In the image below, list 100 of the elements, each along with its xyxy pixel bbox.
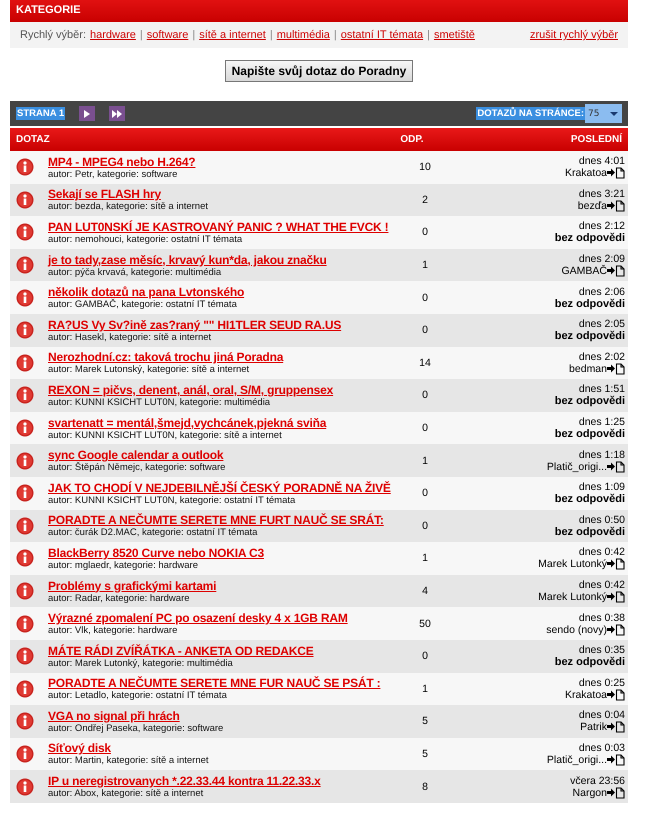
last-post-time: dnes 4:01 — [578, 155, 625, 168]
info-icon — [16, 190, 34, 209]
question-link[interactable]: Nerozhodní.cz: taková trochu jiná Poradna — [48, 350, 284, 364]
last-poster-link[interactable]: Krakatoa — [564, 688, 607, 701]
question-link[interactable]: IP u neregistrovanych *.22.33.44 kontra 11.22.33.x — [48, 774, 321, 788]
question-meta: autor: nemohouci, kategorie: ostatní IT témata — [48, 234, 242, 245]
question-link[interactable]: svartenatt = mentál,šmejd,vychcánek,pjekná sviňa — [48, 416, 326, 430]
last-page-button[interactable] — [109, 106, 126, 121]
question-link[interactable]: JAK TO CHODÍ V NEJDEBILNĚJŠÍ ČESKÝ PORADNĚ NA ŽIVĚ — [48, 480, 391, 495]
question-meta: autor: pýča krvavá, kategorie: multimédia — [48, 266, 222, 278]
arrow-document-icon — [607, 265, 625, 278]
category-link[interactable]: smetiště — [434, 29, 475, 41]
question-link[interactable]: RA?US Vy Sv?ině zas?raný "" HI1TLER SEUD RA.US — [48, 318, 342, 332]
last-poster-link[interactable]: Krakatoa — [564, 167, 607, 180]
cancel-link[interactable]: zrušit rychlý výběr — [530, 29, 618, 41]
last-poster-link[interactable]: Nargon — [572, 786, 607, 799]
reply-count: 1 — [421, 454, 429, 467]
reply-count: 50 — [418, 618, 432, 630]
arrow-document-icon — [607, 786, 625, 799]
separator: | — [270, 29, 273, 41]
no-replies-label: bez odpovědi — [554, 298, 625, 310]
reply-count: 0 — [421, 650, 429, 662]
question-link[interactable]: Problémy s grafickými kartami — [48, 578, 216, 593]
last-post-time: dnes 1:25 — [578, 416, 625, 428]
reply-count: 5 — [421, 715, 429, 728]
info-icon — [16, 778, 34, 796]
question-meta: autor: KUNNI KSICHT LUT0N, kategorie: sítě a internet — [48, 430, 282, 441]
reply-count: 0 — [421, 389, 429, 402]
next-page-button[interactable] — [79, 106, 96, 121]
last-post-time: dnes 0:42 — [578, 579, 625, 592]
last-poster-link[interactable]: sendo (novy) — [546, 624, 607, 636]
last-poster-link[interactable]: Patrik — [580, 721, 607, 734]
question-meta: autor: mglaedr, kategorie: hardware — [48, 560, 198, 571]
question-meta: autor: Marek Lutonský, kategorie: sítě a internet — [48, 364, 250, 376]
info-icon — [16, 452, 34, 470]
question-link[interactable]: Sekají se FLASH hry — [48, 187, 161, 202]
question-link[interactable]: REXON = pičvs, denent, anál, oral, S/M, gruppensex — [48, 382, 334, 397]
info-icon — [16, 158, 34, 176]
info-icon — [16, 321, 34, 340]
question-meta: autor: Ondřej Paseka, kategorie: software — [48, 722, 224, 734]
info-icon — [16, 647, 34, 666]
last-post-time: dnes 2:06 — [578, 286, 625, 298]
question-meta: autor: Letadlo, kategorie: ostatní IT témata — [48, 690, 227, 702]
arrow-document-icon — [607, 754, 625, 766]
reply-count: 0 — [421, 487, 429, 500]
reply-count: 0 — [421, 520, 429, 532]
reply-count: 0 — [421, 226, 429, 238]
last-poster-link[interactable]: bedman — [569, 362, 607, 375]
category-link[interactable]: software — [146, 29, 188, 41]
last-poster-link[interactable]: bezďa — [578, 200, 607, 212]
per-page-dropdown[interactable]: 75 — [585, 104, 622, 123]
question-meta: autor: Štěpán Němejc, kategorie: software — [48, 462, 226, 474]
last-post-time: dnes 2:09 — [578, 253, 625, 266]
category-link[interactable]: sítě a internet — [199, 29, 266, 41]
info-icon — [16, 484, 34, 502]
question-link[interactable]: PORADTE A NEČUMTE SERETE MNE FURT NAUČ SE SRÁT: — [48, 513, 384, 528]
question-link[interactable]: VGA no signal při hrách — [48, 708, 180, 723]
fast-forward-icon — [111, 108, 124, 120]
last-poster-link[interactable]: Marek Lutonký — [538, 558, 607, 570]
column-header: POSLEDNÍ — [570, 134, 622, 145]
arrow-document-icon — [607, 167, 625, 180]
arrow-document-icon — [607, 591, 625, 604]
arrow-document-icon — [607, 362, 625, 375]
info-icon — [16, 614, 34, 633]
no-replies-label: bez odpovědi — [554, 656, 625, 668]
question-link[interactable]: sync Google calendar a outlook — [48, 448, 224, 462]
category-link[interactable]: ostatní IT témata — [340, 29, 424, 41]
question-meta: autor: KUNNI KSICHT LUT0N, kategorie: multimédia — [48, 396, 270, 408]
question-meta: autor: GAMBAČ, kategorie: ostatní IT témata — [48, 299, 237, 310]
info-icon — [16, 516, 34, 535]
category-link[interactable]: multimédia — [276, 29, 330, 41]
question-link[interactable]: Síťový disk — [48, 741, 111, 756]
reply-count: 10 — [418, 161, 432, 174]
no-replies-label: bez odpovědi — [554, 493, 625, 506]
reply-count: 5 — [421, 748, 429, 760]
last-poster-link[interactable]: GAMBAČ — [561, 265, 607, 278]
reply-count: 1 — [421, 552, 429, 564]
reply-count: 14 — [418, 356, 432, 369]
question-link[interactable]: je to tady,zase měsíc, krvavý kun*da, jakou značku — [48, 252, 327, 267]
question-meta: autor: čurák D2.MAC, kategorie: ostatní IT témata — [48, 527, 258, 538]
last-poster-link[interactable]: Platič_origi... — [546, 754, 607, 766]
info-icon — [16, 354, 34, 372]
question-meta: autor: Martin, kategorie: sítě a internet — [48, 755, 209, 766]
ask-button[interactable]: Napište svůj dotaz do Poradny — [224, 60, 414, 82]
last-poster-link[interactable]: Marek Lutonký — [538, 591, 607, 604]
dropdown-arrow-icon — [609, 110, 619, 118]
last-poster-link[interactable]: Platič_origi... — [546, 460, 607, 473]
question-link[interactable]: MÁTE RÁDI ZVÍŘÁTKA - ANKETA OD REDAKCE — [48, 644, 314, 658]
question-link[interactable]: Výrazné zpomalení PC po osazení desky 4 x 1GB RAM — [48, 611, 348, 626]
question-link[interactable]: BlackBerry 8520 Curve nebo NOKIA C3 — [48, 546, 264, 560]
last-post-time: dnes 2:02 — [578, 350, 625, 363]
question-link[interactable]: několik dotazů na pana Lvtonského — [48, 285, 244, 300]
arrow-document-icon — [607, 200, 625, 212]
category-link[interactable]: hardware — [90, 29, 136, 41]
question-link[interactable]: PORADTE A NEČUMTE SERETE MNE FUR NAUČ SE PSÁT : — [48, 676, 380, 690]
last-post-time: dnes 2:05 — [578, 318, 625, 330]
reply-count: 0 — [421, 422, 429, 434]
arrow-document-icon — [607, 688, 625, 701]
question-link[interactable]: MP4 - MPEG4 nebo H.264? — [48, 154, 196, 169]
question-link[interactable]: PAN LUT0NSKÍ JE KASTROVANÝ PANIC ? WHAT THE FVCK ! — [48, 220, 388, 234]
